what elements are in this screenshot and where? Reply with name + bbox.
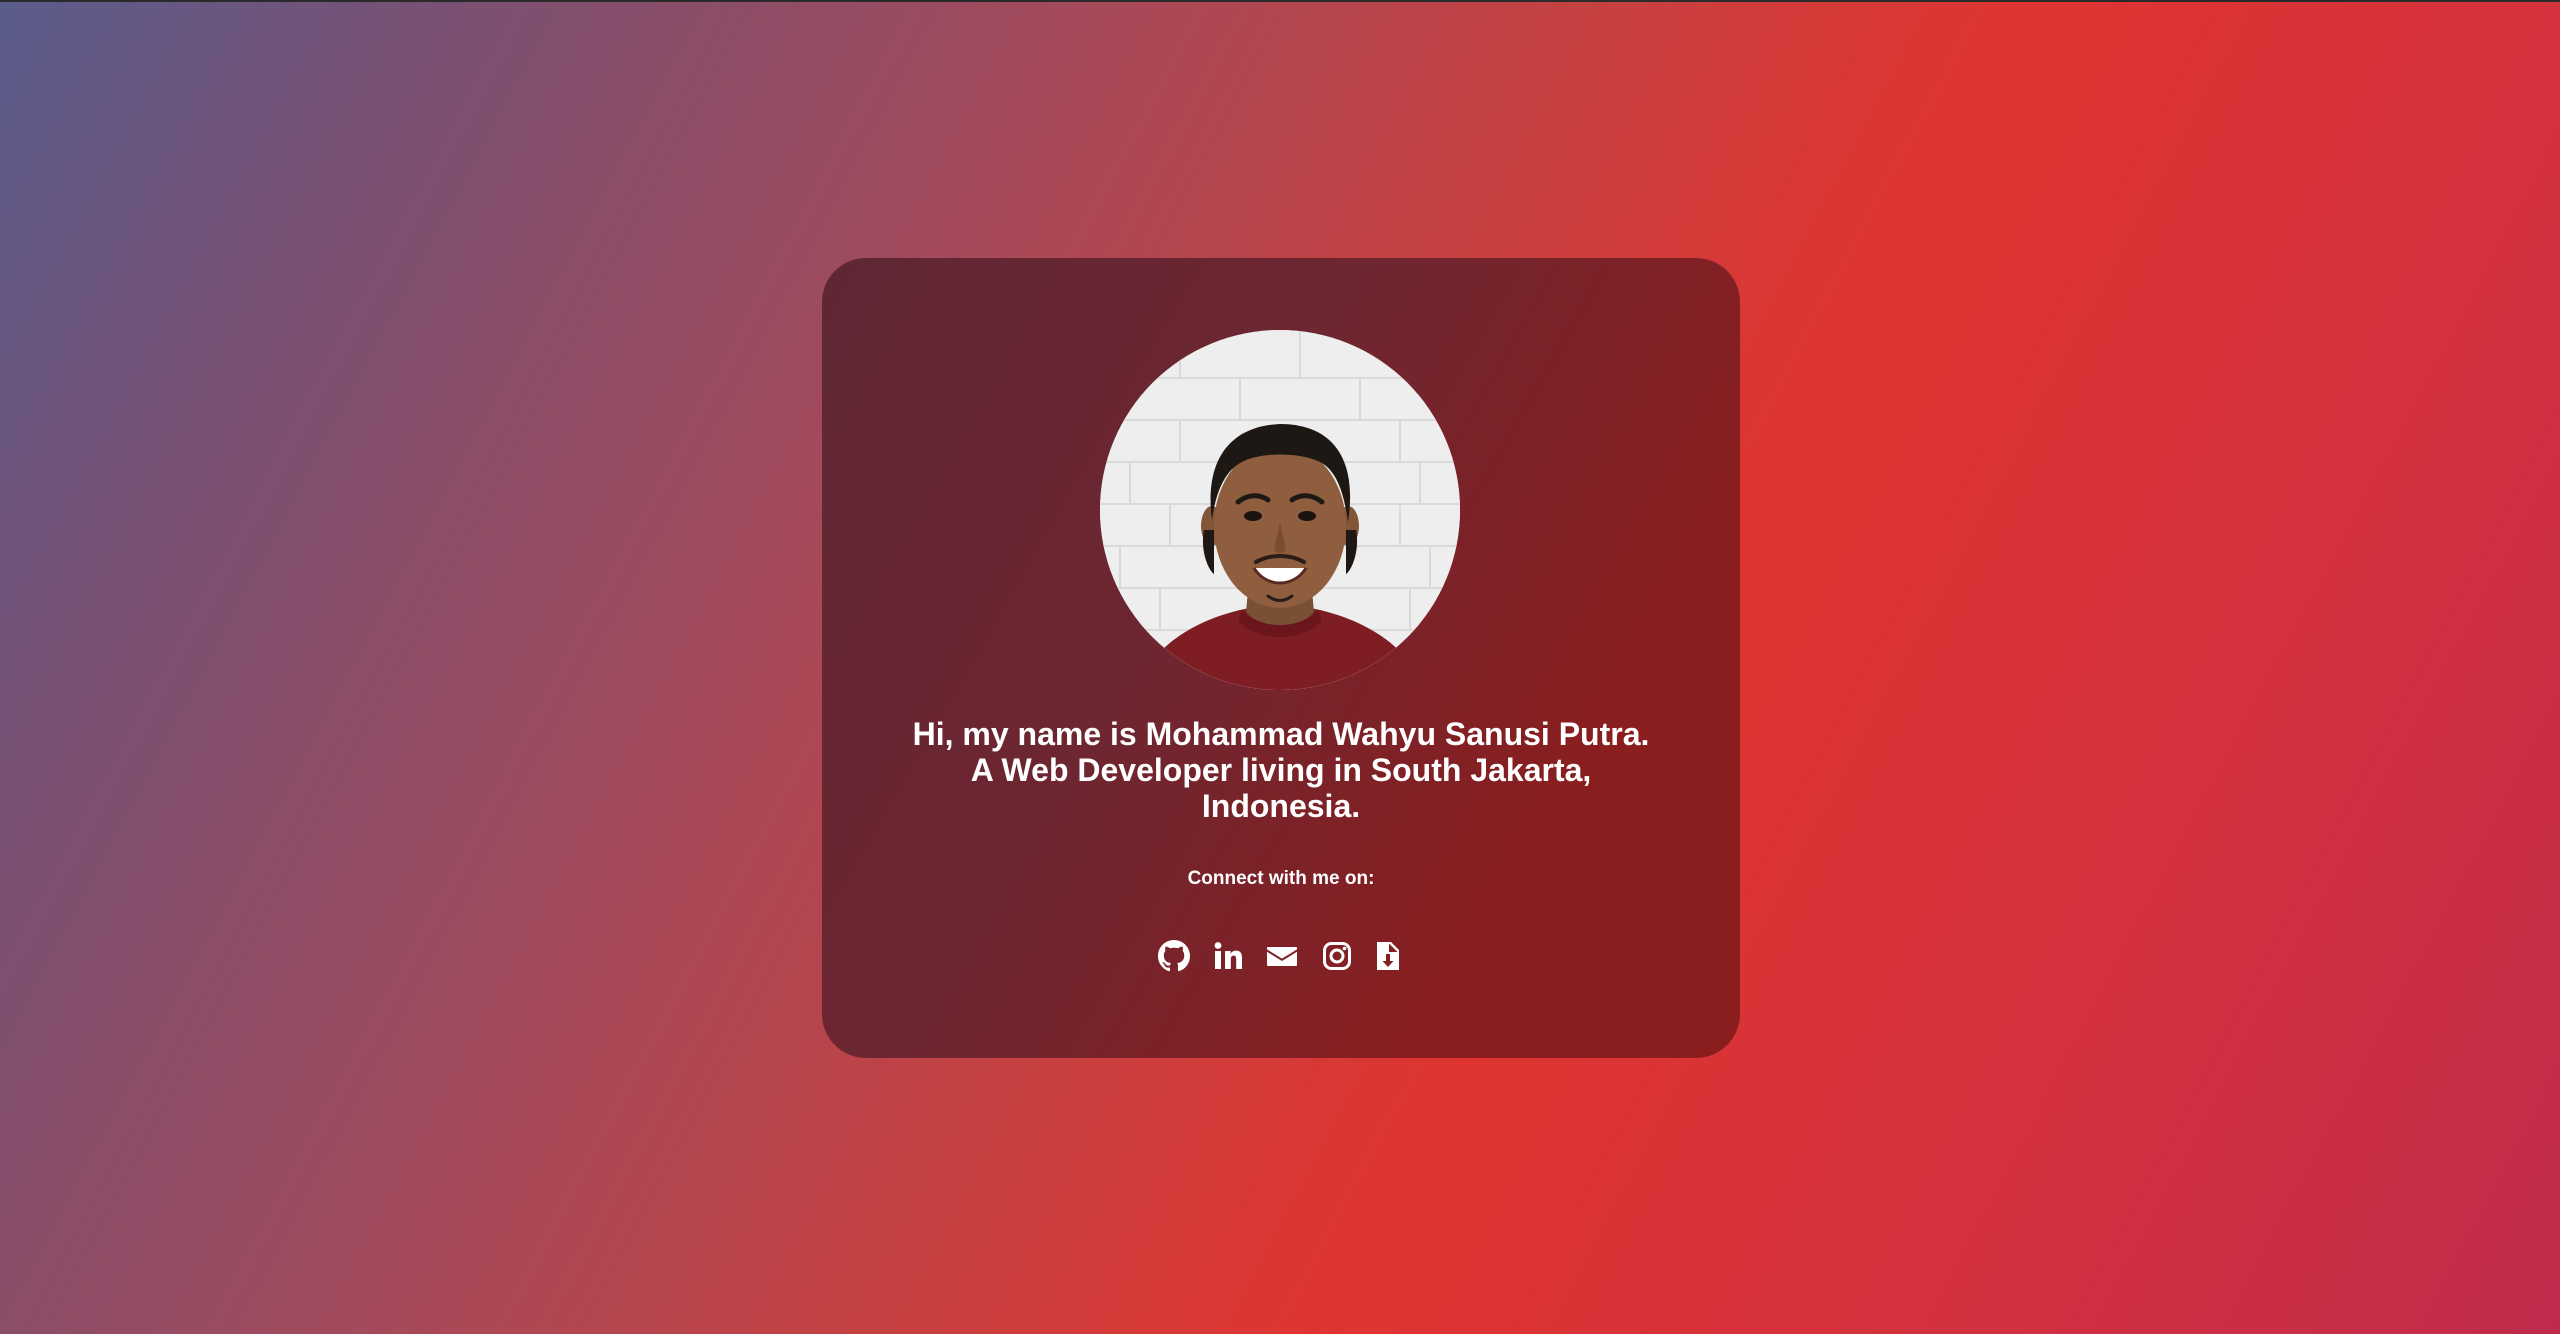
instagram-link[interactable] bbox=[1321, 940, 1353, 972]
instagram-icon bbox=[1323, 942, 1351, 970]
social-links bbox=[0, 940, 2560, 976]
github-icon bbox=[1158, 940, 1190, 972]
intro-line-2: A Web Developer living in South Jakarta, bbox=[970, 752, 1592, 788]
resume-download-link[interactable] bbox=[1372, 940, 1404, 972]
github-link[interactable] bbox=[1158, 940, 1190, 972]
email-link[interactable] bbox=[1266, 940, 1298, 972]
profile-photo bbox=[1100, 330, 1460, 690]
connect-label: Connect with me on: bbox=[1187, 868, 1375, 889]
intro-line-3: Indonesia. bbox=[1201, 788, 1361, 824]
profile-card: Hi, my name is Mohammad Wahyu Sanusi Put… bbox=[822, 258, 1740, 1058]
intro-line-1: Hi, my name is Mohammad Wahyu Sanusi Put… bbox=[912, 716, 1650, 752]
window-top-border bbox=[0, 0, 2560, 2]
intro-text: Hi, my name is Mohammad Wahyu Sanusi Put… bbox=[862, 716, 1700, 824]
envelope-icon bbox=[1267, 947, 1297, 966]
file-download-icon bbox=[1377, 942, 1399, 970]
linkedin-link[interactable] bbox=[1212, 940, 1244, 972]
linkedin-icon bbox=[1214, 942, 1242, 969]
